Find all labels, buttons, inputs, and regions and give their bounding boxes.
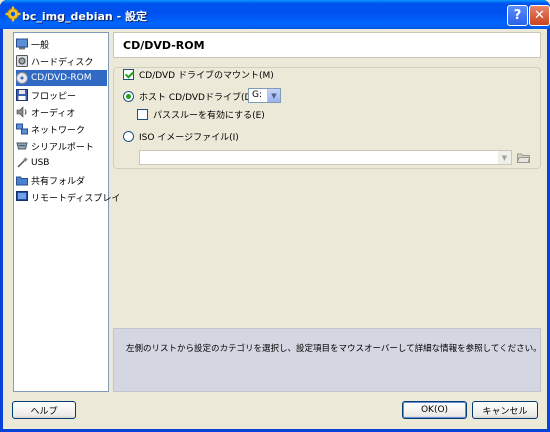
host-drive-select[interactable]: G: ▼ [248,88,281,103]
settings-window: bc_img_debian - 設定 ? ✕ 一般 ハードディスク CD/DVD… [0,0,550,432]
title-bar[interactable]: bc_img_debian - 設定 ? ✕ [0,0,550,29]
sidebar-item-label: ネットワーク [31,125,86,136]
help-info-panel: 左側のリストから設定のカテゴリを選択し、設定項目をマウスオーバーして詳細な情報を… [113,328,542,392]
serial-port-icon [16,142,28,150]
sidebar-item-usb[interactable]: USB [16,155,107,171]
ok-button[interactable]: OK(O) [402,401,467,419]
page-title: CD/DVD-ROM [113,32,541,58]
network-icon [16,123,28,135]
sidebar-item-label: CD/DVD-ROM [31,73,92,83]
sidebar-item-hard-disk[interactable]: ハードディスク [16,53,107,69]
iso-image-label: ISO イメージファイル(I) [139,133,239,143]
sidebar-item-label: フロッピー [31,91,77,102]
sidebar-item-floppy[interactable]: フロッピー [16,87,107,103]
open-folder-icon[interactable] [517,151,530,164]
help-info-text: 左側のリストから設定のカテゴリを選択し、設定項目をマウスオーバーして詳細な情報を… [126,344,542,354]
help-button[interactable]: ヘルプ [12,401,76,419]
sidebar-item-serial-port[interactable]: シリアルポート [16,138,107,154]
audio-icon [16,106,27,118]
sidebar-item-general[interactable]: 一般 [16,36,107,52]
mount-drive-checkbox[interactable]: CD/DVD ドライブのマウント(M) [123,68,274,81]
sidebar-item-label: リモートディスプレイ [31,193,121,204]
sidebar-item-shared-folder[interactable]: 共有フォルダ [16,172,107,188]
sidebar-item-label: オーディオ [31,108,76,119]
iso-image-radio-dot[interactable] [123,131,134,142]
general-icon [16,38,28,50]
host-drive-label: ホスト CD/DVDドライブ(D) [139,93,255,103]
sidebar-item-label: シリアルポート [31,142,94,153]
sidebar-item-label: USB [31,158,50,168]
dialog-body: 一般 ハードディスク CD/DVD-ROM フロッピー オーディオ ネットワーク… [3,29,547,429]
cd-dvd-icon [16,72,28,84]
sidebar-item-label: 一般 [31,40,50,51]
mount-drive-label: CD/DVD ドライブのマウント(M) [139,71,274,81]
host-drive-value: G: [252,90,263,100]
hard-disk-icon [16,55,28,67]
title-close-button[interactable]: ✕ [529,5,550,26]
sidebar-item-audio[interactable]: オーディオ [16,104,107,120]
shared-folder-icon [16,176,28,186]
title-help-button[interactable]: ? [507,5,528,26]
iso-image-combobox[interactable]: ▼ [139,150,512,165]
floppy-icon [16,89,28,101]
passthrough-label: パススルーを有効にする(E) [153,111,265,121]
remote-display-icon [16,191,28,201]
sidebar-item-label: ハードディスク [31,57,94,68]
iso-image-radio[interactable]: ISO イメージファイル(I) [123,130,239,143]
mount-drive-check-mark[interactable] [123,69,134,80]
host-drive-radio-dot[interactable] [123,91,134,102]
usb-icon [17,157,28,168]
sidebar-item-network[interactable]: ネットワーク [16,121,107,137]
host-drive-radio[interactable]: ホスト CD/DVDドライブ(D) [123,90,255,103]
sidebar-item-label: 共有フォルダ [31,176,86,187]
cancel-button[interactable]: キャンセル [472,401,538,419]
sidebar-item-remote-display[interactable]: リモートディスプレイ [16,189,120,205]
passthrough-check-box[interactable] [137,109,148,120]
window-title: bc_img_debian - 設定 [22,10,147,23]
sidebar-item-cd-dvd-rom[interactable]: CD/DVD-ROM [16,70,107,86]
chevron-down-icon[interactable]: ▼ [498,151,511,164]
page-title-text: CD/DVD-ROM [123,38,205,52]
chevron-down-icon[interactable]: ▼ [267,89,280,102]
settings-category-list[interactable]: 一般 ハードディスク CD/DVD-ROM フロッピー オーディオ ネットワーク… [13,32,120,392]
settings-gear-icon [5,6,21,22]
passthrough-checkbox[interactable]: パススルーを有効にする(E) [137,108,265,121]
